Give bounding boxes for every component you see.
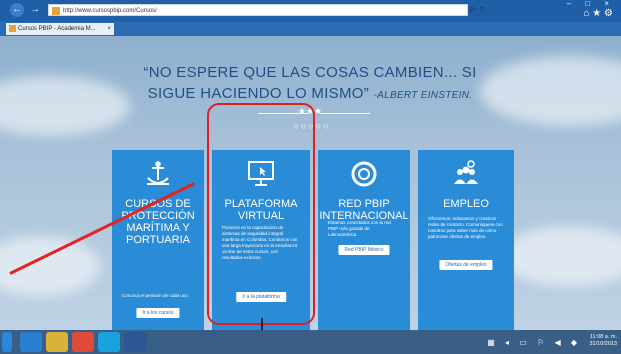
address-url: http://www.cursospbip.com/Cursos/ xyxy=(63,8,157,14)
cloud-decor xyxy=(0,76,130,136)
highlight-circle xyxy=(207,103,315,325)
explorer-taskbar-icon[interactable] xyxy=(46,332,68,352)
card-title: CURSOS DE PROTECCIÓN MARÍTIMA Y PORTUARI… xyxy=(121,198,195,246)
card-text: Conozca el pensum de cada uno. xyxy=(122,293,190,298)
card-title: RED PBIP INTERNACIONAL xyxy=(319,198,409,222)
tab-close-icon[interactable]: × xyxy=(107,23,111,35)
back-arrow-icon: ← xyxy=(12,4,22,15)
card-title: EMPLEO xyxy=(443,198,489,210)
tab-title: Cursos PBIP - Academia M... xyxy=(18,26,96,32)
tab-favicon-icon xyxy=(9,25,16,32)
cloud-decor xyxy=(480,56,621,126)
start-button[interactable] xyxy=(2,332,12,352)
clock-time: 11:08 a. m. xyxy=(589,334,617,340)
site-favicon-icon xyxy=(52,7,60,15)
cursos-button[interactable]: Ir a los cursos xyxy=(136,308,180,318)
card-text: Estamos conectados con la red PBIP más g… xyxy=(328,220,391,237)
screen: ← → http://www.cursospbip.com/Cursos/ ρ … xyxy=(0,0,621,354)
forward-button[interactable]: → xyxy=(28,3,42,17)
forward-arrow-icon: → xyxy=(30,4,40,15)
card-red-pbip: RED PBIP INTERNACIONAL Estamos conectado… xyxy=(318,150,410,330)
browser-titlebar: ← → http://www.cursospbip.com/Cursos/ ρ … xyxy=(0,0,621,22)
address-search-refresh-icon[interactable]: ρ - c xyxy=(470,6,484,13)
einstein-quote: “NO ESPERE QUE LAS COSAS CAMBIEN... SI S… xyxy=(120,62,500,106)
skype-taskbar-icon[interactable] xyxy=(98,332,120,352)
empleo-button[interactable]: Ofertas de empleo xyxy=(439,260,493,270)
tab-active[interactable]: Cursos PBIP - Academia M... × xyxy=(6,23,114,35)
cloud-decor xyxy=(500,226,621,286)
anchor-ship-icon xyxy=(147,161,169,185)
chrome-taskbar-icon[interactable] xyxy=(72,332,94,352)
clock[interactable]: 11:08 a. m. 31/10/2013 xyxy=(589,334,617,348)
divider-right xyxy=(320,113,370,114)
card-text: Ofrecemos, enlazamos y creamos redes de … xyxy=(428,216,503,239)
window-controls[interactable]: – □ × xyxy=(567,0,615,8)
tab-bar: Cursos PBIP - Academia M... × xyxy=(0,22,621,36)
people-gear-icon xyxy=(454,160,478,184)
back-button[interactable]: ← xyxy=(10,3,24,17)
toolbar-home-fav-settings-icons[interactable]: ⌂ ★ ⚙ xyxy=(583,8,613,19)
taskbar: ▦ ◂ ▭ ⚐ ◀ ◆ 11:08 a. m. 31/10/2013 xyxy=(0,330,621,354)
ie-taskbar-icon[interactable] xyxy=(20,332,42,352)
lifebuoy-icon xyxy=(351,161,377,187)
system-tray-icons[interactable]: ▦ ◂ ▭ ⚐ ◀ ◆ xyxy=(487,338,581,347)
clock-date: 31/10/2013 xyxy=(589,341,617,347)
card-cursos: CURSOS DE PROTECCIÓN MARÍTIMA Y PORTUARI… xyxy=(112,150,204,330)
red-pbip-button[interactable]: Red PBIP México xyxy=(338,245,390,255)
word-taskbar-icon[interactable] xyxy=(124,332,146,352)
quote-author: -ALBERT EINSTEIN. xyxy=(373,90,473,101)
address-bar[interactable]: http://www.cursospbip.com/Cursos/ xyxy=(48,4,468,16)
cloud-decor xyxy=(0,236,100,296)
card-empleo: EMPLEO Ofrecemos, enlazamos y creamos re… xyxy=(418,150,514,330)
